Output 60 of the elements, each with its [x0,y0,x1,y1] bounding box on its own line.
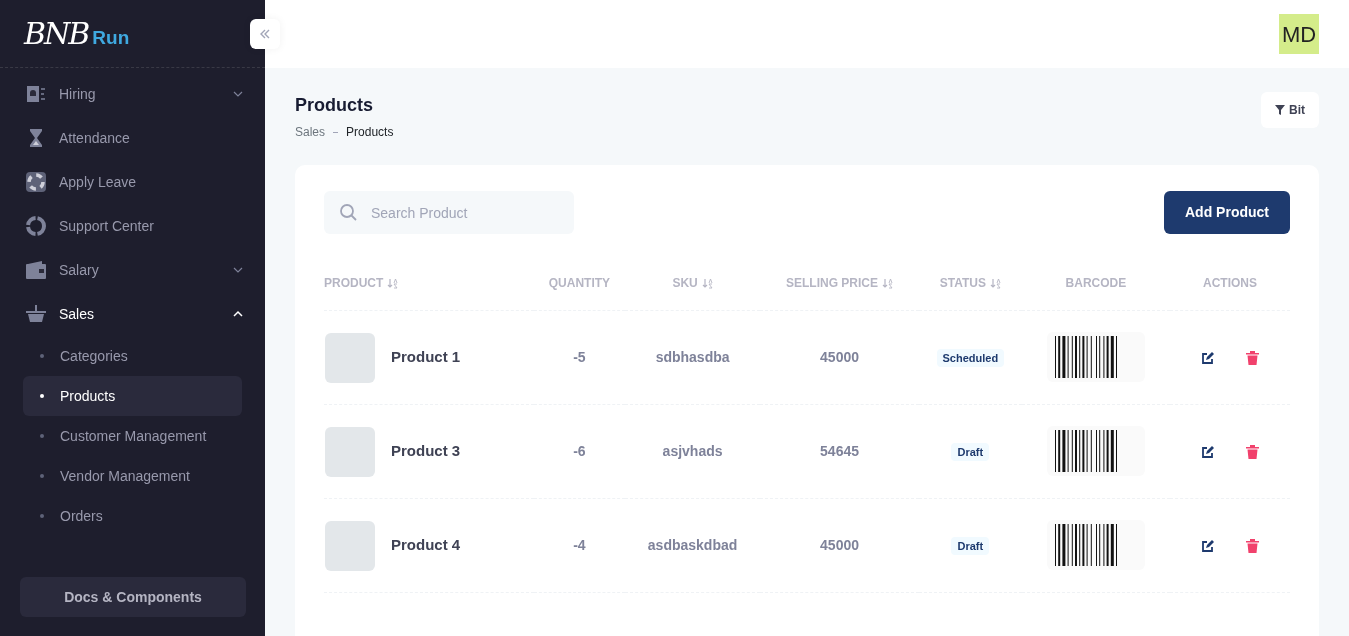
double-chevron-left-icon [259,28,271,40]
page-title: Products [295,94,374,117]
collapse-sidebar-button[interactable] [250,19,280,49]
product-name[interactable]: Product 1 [391,346,461,369]
table-cell: -5 [573,349,586,365]
table-cell: asdbaskdbad [647,537,738,553]
breadcrumb-item[interactable]: Sales [295,123,326,141]
logo-mark: BNB [24,15,89,53]
trash-icon [1246,445,1259,460]
basket-icon [25,303,47,325]
sidebar-item[interactable]: Salary [0,248,265,292]
sort-icon[interactable] [989,277,1001,289]
sidebar-item[interactable]: Hiring [0,72,265,116]
sidebar-item[interactable]: Attendance [0,116,265,160]
table-cell: asjvhads [662,443,723,459]
product-photo-placeholder [325,426,375,477]
search-field[interactable]: Search Product [324,191,574,234]
table-cell: -4 [573,537,586,553]
table-cell: 45000 [820,349,859,365]
sort-icon[interactable] [387,277,399,289]
sidebar-item[interactable]: Sales [0,292,265,336]
ring-icon [25,215,47,237]
column-header: ACTIONS [1203,275,1257,292]
document-bell-icon [25,83,47,105]
sidebar-subitem[interactable]: Orders [23,496,242,536]
sidebar-subitem[interactable]: Customer Management [23,416,242,456]
status-tag: Draft [951,443,990,461]
wallet-icon [25,259,47,281]
edit-icon [1201,445,1214,459]
trash-icon [1246,539,1259,554]
docs-components-button[interactable]: Docs & Components [20,577,246,617]
product-photo-placeholder [325,332,375,383]
breadcrumb-item: Products [346,124,394,141]
sidebar-item[interactable]: Support Center [0,204,265,248]
table-cell: sdbhasdba [655,349,730,365]
sidebar-item[interactable]: Apply Leave [0,160,265,204]
product-name[interactable]: Product 3 [391,440,461,463]
edit-icon [1201,539,1214,553]
sidebar-subitem[interactable]: Categories [23,336,242,376]
table-cell: 54645 [820,443,859,459]
product-name[interactable]: Product 4 [391,534,461,557]
add-product-button[interactable]: Add Product [1164,191,1290,234]
logo-text: Run [92,26,130,51]
column-header: QUANTITY [548,275,611,292]
filter-icon [1275,105,1285,115]
edit-icon [1201,351,1214,365]
trash-icon [1246,351,1259,366]
table-cell: -6 [573,443,586,459]
status-tag: Scheduled [936,349,1005,367]
filter-button[interactable]: Bit [1261,92,1319,128]
lifebuoy-icon [25,171,47,193]
sort-icon[interactable] [701,277,713,289]
column-header: BARCODE [1065,275,1127,292]
product-photo-placeholder [325,520,375,571]
sidebar-subitem[interactable]: Products [23,376,242,416]
user-avatar[interactable]: MD [1279,14,1319,54]
sidebar-subitem[interactable]: Vendor Management [23,456,242,496]
sort-icon[interactable] [882,277,894,289]
table-cell: 45000 [820,537,859,553]
status-tag: Draft [951,537,990,555]
